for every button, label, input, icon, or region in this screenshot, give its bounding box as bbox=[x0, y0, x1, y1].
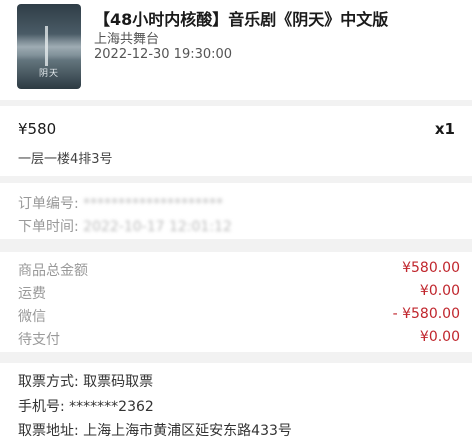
section-divider bbox=[0, 176, 472, 183]
order-time-row: 下单时间: 2022-10-17 12:01:12 bbox=[18, 216, 232, 236]
order-number-label: 订单编号: bbox=[18, 196, 79, 212]
order-time-label: 下单时间: bbox=[18, 219, 79, 235]
phone-value: *******2362 bbox=[69, 399, 154, 415]
show-datetime: 2022-12-30 19:30:00 bbox=[94, 47, 233, 62]
order-time-value: 2022-10-17 12:01:12 bbox=[83, 219, 232, 235]
pickup-method-value: 取票码取票 bbox=[83, 374, 154, 390]
order-info: 订单编号: ******************** 下单时间: 2022-10… bbox=[0, 183, 472, 239]
fee-label-wechat: 微信 bbox=[18, 309, 46, 325]
pickup-method-label: 取票方式: bbox=[18, 374, 79, 390]
fee-value-due: ¥0.00 bbox=[419, 329, 460, 345]
show-summary[interactable]: 阴天 【48小时内核酸】音乐剧《阴天》中文版 上海共舞台 2022-12-30 … bbox=[0, 0, 472, 100]
ticket-line: ¥580 x1 一层一楼4排3号 bbox=[0, 106, 472, 176]
show-title: 【48小时内核酸】音乐剧《阴天》中文版 bbox=[94, 10, 389, 29]
fee-label-subtotal: 商品总金额 bbox=[18, 263, 88, 279]
ticket-price: ¥580 bbox=[18, 120, 57, 138]
fee-value-shipping: ¥0.00 bbox=[419, 283, 460, 299]
pickup-address-value[interactable]: 上海上海市黄浦区延安东路433号 bbox=[83, 423, 292, 439]
ticket-pickup-info: 取票方式: 取票码取票 手机号: *******2362 取票地址: 上海上海市… bbox=[0, 363, 472, 442]
fee-label-shipping: 运费 bbox=[18, 286, 46, 302]
poster-mist bbox=[17, 34, 81, 60]
fee-value-subtotal: ¥580.00 bbox=[402, 260, 460, 276]
section-divider bbox=[0, 352, 472, 363]
ticket-quantity: x1 bbox=[434, 120, 455, 138]
ticket-seat: 一层一楼4排3号 bbox=[18, 152, 113, 167]
show-venue: 上海共舞台 bbox=[94, 32, 160, 47]
order-number-row: 订单编号: ******************** bbox=[18, 193, 223, 213]
show-poster-image: 阴天 bbox=[17, 4, 81, 89]
pickup-method-row: 取票方式: 取票码取票 bbox=[18, 371, 153, 391]
pickup-address-row: 取票地址: 上海上海市黄浦区延安东路433号 bbox=[18, 420, 292, 440]
order-number-value[interactable]: ******************** bbox=[83, 196, 223, 212]
fee-value-wechat: - ¥580.00 bbox=[392, 306, 460, 322]
phone-row: 手机号: *******2362 bbox=[18, 396, 154, 416]
fee-label-due: 待支付 bbox=[18, 332, 60, 348]
section-divider bbox=[0, 239, 472, 252]
poster-figure bbox=[45, 26, 48, 66]
pickup-address-label: 取票地址: bbox=[18, 423, 79, 439]
poster-title: 阴天 bbox=[38, 69, 59, 79]
payment-breakdown: 商品总金额 ¥580.00 运费 ¥0.00 微信 - ¥580.00 待支付 … bbox=[0, 252, 472, 352]
phone-label: 手机号: bbox=[18, 399, 65, 415]
